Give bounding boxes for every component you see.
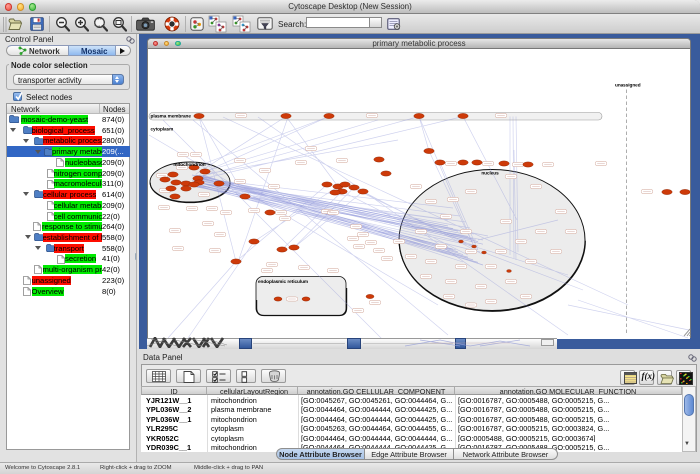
svg-text:cytoplasm: cytoplasm [151, 126, 174, 132]
svg-text:nucleus: nucleus [481, 170, 498, 176]
svg-text:mitochondrion: mitochondrion [173, 162, 205, 168]
svg-text:unassigned: unassigned [615, 82, 641, 88]
svg-text:plasma membrane: plasma membrane [151, 113, 191, 119]
svg-text:endoplasmic reticulum: endoplasmic reticulum [258, 279, 308, 285]
